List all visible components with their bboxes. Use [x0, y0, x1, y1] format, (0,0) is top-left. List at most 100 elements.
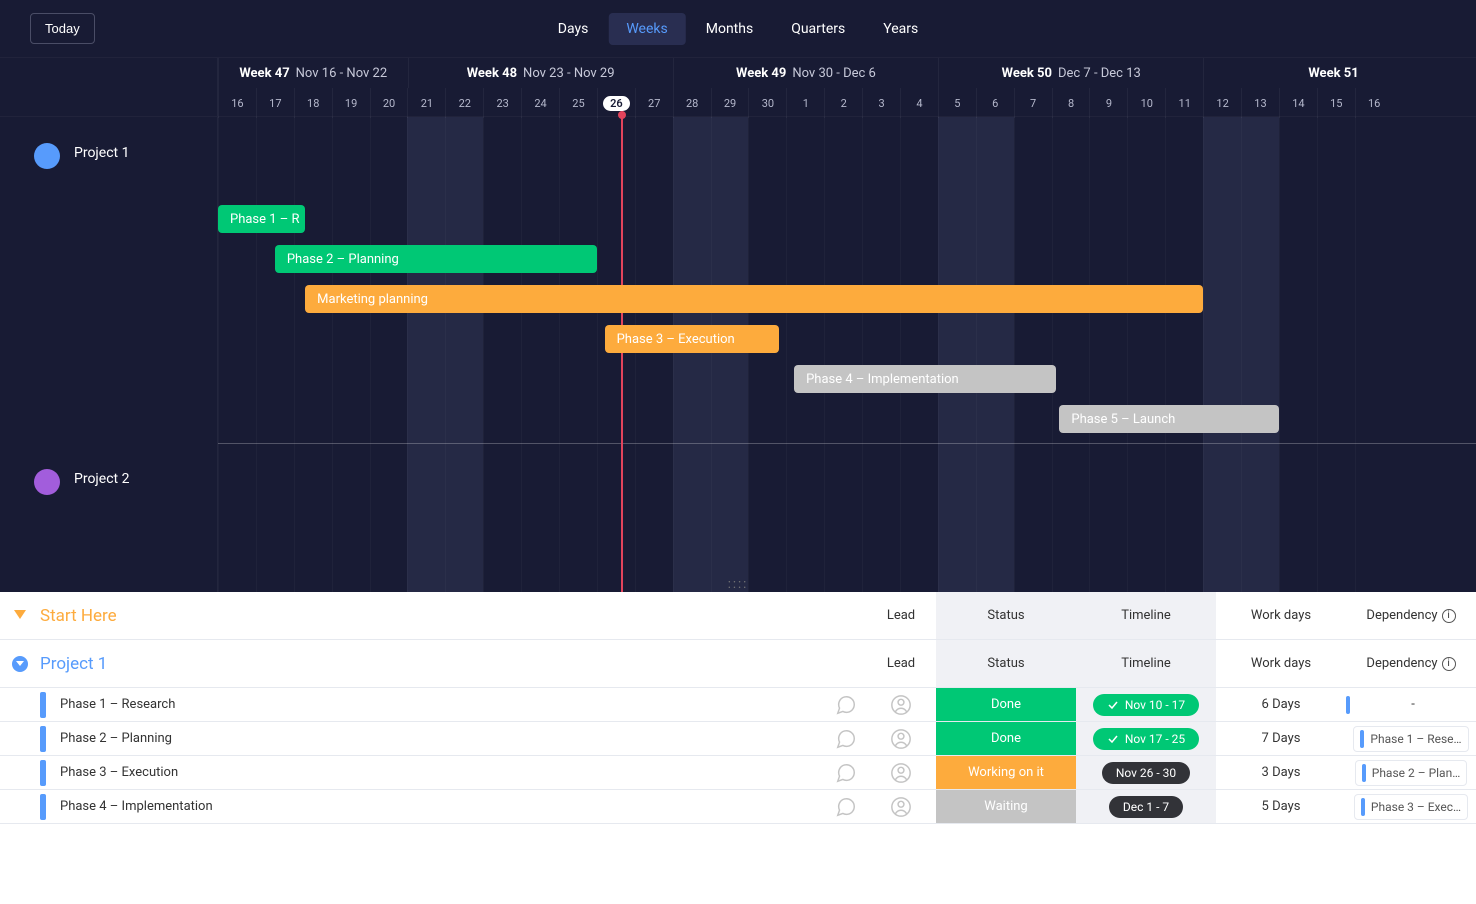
day-cell: 22: [445, 88, 483, 118]
person-icon[interactable]: [866, 756, 936, 789]
table-row[interactable]: Phase 4 – Implementation WaitingDec 1 - 7…: [0, 790, 1476, 824]
gantt-bar[interactable]: Phase 1 – R: [218, 205, 305, 233]
item-color-bar: [40, 794, 46, 820]
info-icon[interactable]: i: [1442, 609, 1456, 623]
timeline-cell[interactable]: Nov 26 - 30: [1076, 756, 1216, 789]
table-row[interactable]: Phase 1 – Research DoneNov 10 - 176 Days-: [0, 688, 1476, 722]
timeline-cell[interactable]: Nov 17 - 25: [1076, 722, 1216, 755]
dependency-cell[interactable]: Phase 1 – Rese…: [1346, 722, 1476, 755]
gantt-bar[interactable]: Phase 4 – Implementation: [794, 365, 1056, 393]
day-cell: 6: [976, 88, 1014, 118]
workdays-cell[interactable]: 3 Days: [1216, 756, 1346, 789]
col-dependency[interactable]: Dependencyi: [1346, 592, 1476, 639]
item-color-bar: [40, 760, 46, 786]
col-lead[interactable]: Lead: [866, 592, 936, 639]
table-row[interactable]: Phase 2 – Planning DoneNov 17 - 257 DaysP…: [0, 722, 1476, 756]
scale-tabs: DaysWeeksMonthsQuartersYears: [540, 13, 936, 45]
day-cell: 11: [1165, 88, 1203, 118]
scale-tab-weeks[interactable]: Weeks: [608, 13, 685, 45]
chat-icon[interactable]: [826, 756, 866, 789]
section-title[interactable]: Start Here: [40, 606, 826, 626]
chevron-down-icon[interactable]: [14, 610, 26, 619]
day-cell: 18: [294, 88, 332, 118]
col-lead[interactable]: Lead: [866, 640, 936, 687]
day-cell: 12: [1203, 88, 1241, 118]
status-cell[interactable]: Waiting: [936, 790, 1076, 823]
info-icon[interactable]: i: [1442, 657, 1456, 671]
dependency-cell[interactable]: -: [1346, 688, 1476, 721]
gantt-bar[interactable]: Marketing planning: [305, 285, 1203, 313]
day-cell: 16: [218, 88, 256, 118]
chart-pane[interactable]: Phase 1 – R Phase 2 – Planning Marketing p…: [218, 117, 1476, 592]
col-workdays[interactable]: Work days: [1216, 640, 1346, 687]
person-icon[interactable]: [866, 790, 936, 823]
day-cell: 24: [521, 88, 559, 118]
pane-resize-handle[interactable]: ::::: [728, 577, 749, 592]
gantt-bar[interactable]: Phase 5 – Launch: [1059, 405, 1279, 433]
scale-tab-quarters[interactable]: Quarters: [773, 13, 863, 45]
status-cell[interactable]: Done: [936, 722, 1076, 755]
item-name[interactable]: Phase 3 – Execution: [60, 765, 178, 780]
status-cell[interactable]: Working on it: [936, 756, 1076, 789]
week-header: Week 51: [1203, 58, 1468, 88]
today-button[interactable]: Today: [30, 13, 95, 44]
col-timeline[interactable]: Timeline: [1076, 640, 1216, 687]
day-cell: 30: [748, 88, 786, 118]
table-row[interactable]: Phase 3 – Execution Working on itNov 26 -…: [0, 756, 1476, 790]
timeline-cell[interactable]: Nov 10 - 17: [1076, 688, 1216, 721]
item-name[interactable]: Phase 1 – Research: [60, 697, 175, 712]
table-area: Start Here Lead Status Timeline Work day…: [0, 592, 1476, 904]
day-cell: 2: [824, 88, 862, 118]
day-cell: 5: [938, 88, 976, 118]
chat-icon[interactable]: [826, 722, 866, 755]
col-status[interactable]: Status: [936, 592, 1076, 639]
gantt-group[interactable]: Project 2: [0, 443, 217, 592]
workdays-cell[interactable]: 7 Days: [1216, 722, 1346, 755]
dependency-cell[interactable]: Phase 2 – Plan…: [1346, 756, 1476, 789]
gantt-bar[interactable]: Phase 3 – Execution: [605, 325, 779, 353]
day-cell: 21: [407, 88, 445, 118]
status-cell[interactable]: Done: [936, 688, 1076, 721]
week-header: Week 47Nov 16 - Nov 22: [218, 58, 408, 88]
item-color-bar: [40, 726, 46, 752]
dependency-cell[interactable]: Phase 3 – Exec…: [1346, 790, 1476, 823]
day-cell: 16: [1355, 88, 1393, 118]
group-color-dot: [34, 469, 60, 495]
workdays-cell[interactable]: 5 Days: [1216, 790, 1346, 823]
section-title[interactable]: Project 1: [40, 654, 826, 674]
day-cell: 14: [1279, 88, 1317, 118]
day-cell: 23: [483, 88, 521, 118]
gantt-area: Today DaysWeeksMonthsQuartersYears Week …: [0, 0, 1476, 592]
col-workdays[interactable]: Work days: [1216, 592, 1346, 639]
chat-icon[interactable]: [826, 790, 866, 823]
section-start-here[interactable]: Start Here Lead Status Timeline Work day…: [0, 592, 1476, 640]
chevron-down-icon[interactable]: [12, 656, 28, 672]
col-timeline[interactable]: Timeline: [1076, 592, 1216, 639]
group-name: Project 1: [74, 145, 129, 161]
item-name[interactable]: Phase 4 – Implementation: [60, 799, 213, 814]
scale-tab-years[interactable]: Years: [865, 13, 936, 45]
col-status[interactable]: Status: [936, 640, 1076, 687]
section-project-1[interactable]: Project 1 Lead Status Timeline Work days…: [0, 640, 1476, 688]
group-color-dot: [34, 143, 60, 169]
person-icon[interactable]: [866, 722, 936, 755]
scale-tab-months[interactable]: Months: [688, 13, 771, 45]
item-name[interactable]: Phase 2 – Planning: [60, 731, 172, 746]
gantt-bar[interactable]: Phase 2 – Planning: [275, 245, 597, 273]
gantt-group[interactable]: Project 1: [0, 117, 217, 443]
day-cell: 10: [1127, 88, 1165, 118]
chat-icon[interactable]: [826, 688, 866, 721]
groups-pane: Project 1 Project 2: [0, 117, 218, 592]
day-cell: 26: [597, 88, 635, 118]
col-dependency[interactable]: Dependencyi: [1346, 640, 1476, 687]
workdays-cell[interactable]: 6 Days: [1216, 688, 1346, 721]
day-cell: 20: [370, 88, 408, 118]
timeline-cell[interactable]: Dec 1 - 7: [1076, 790, 1216, 823]
day-cell: 19: [332, 88, 370, 118]
day-cell: 27: [635, 88, 673, 118]
person-icon[interactable]: [866, 688, 936, 721]
day-cell: 28: [673, 88, 711, 118]
scale-tab-days[interactable]: Days: [540, 13, 607, 45]
day-cell: 15: [1317, 88, 1355, 118]
day-cell: 9: [1089, 88, 1127, 118]
